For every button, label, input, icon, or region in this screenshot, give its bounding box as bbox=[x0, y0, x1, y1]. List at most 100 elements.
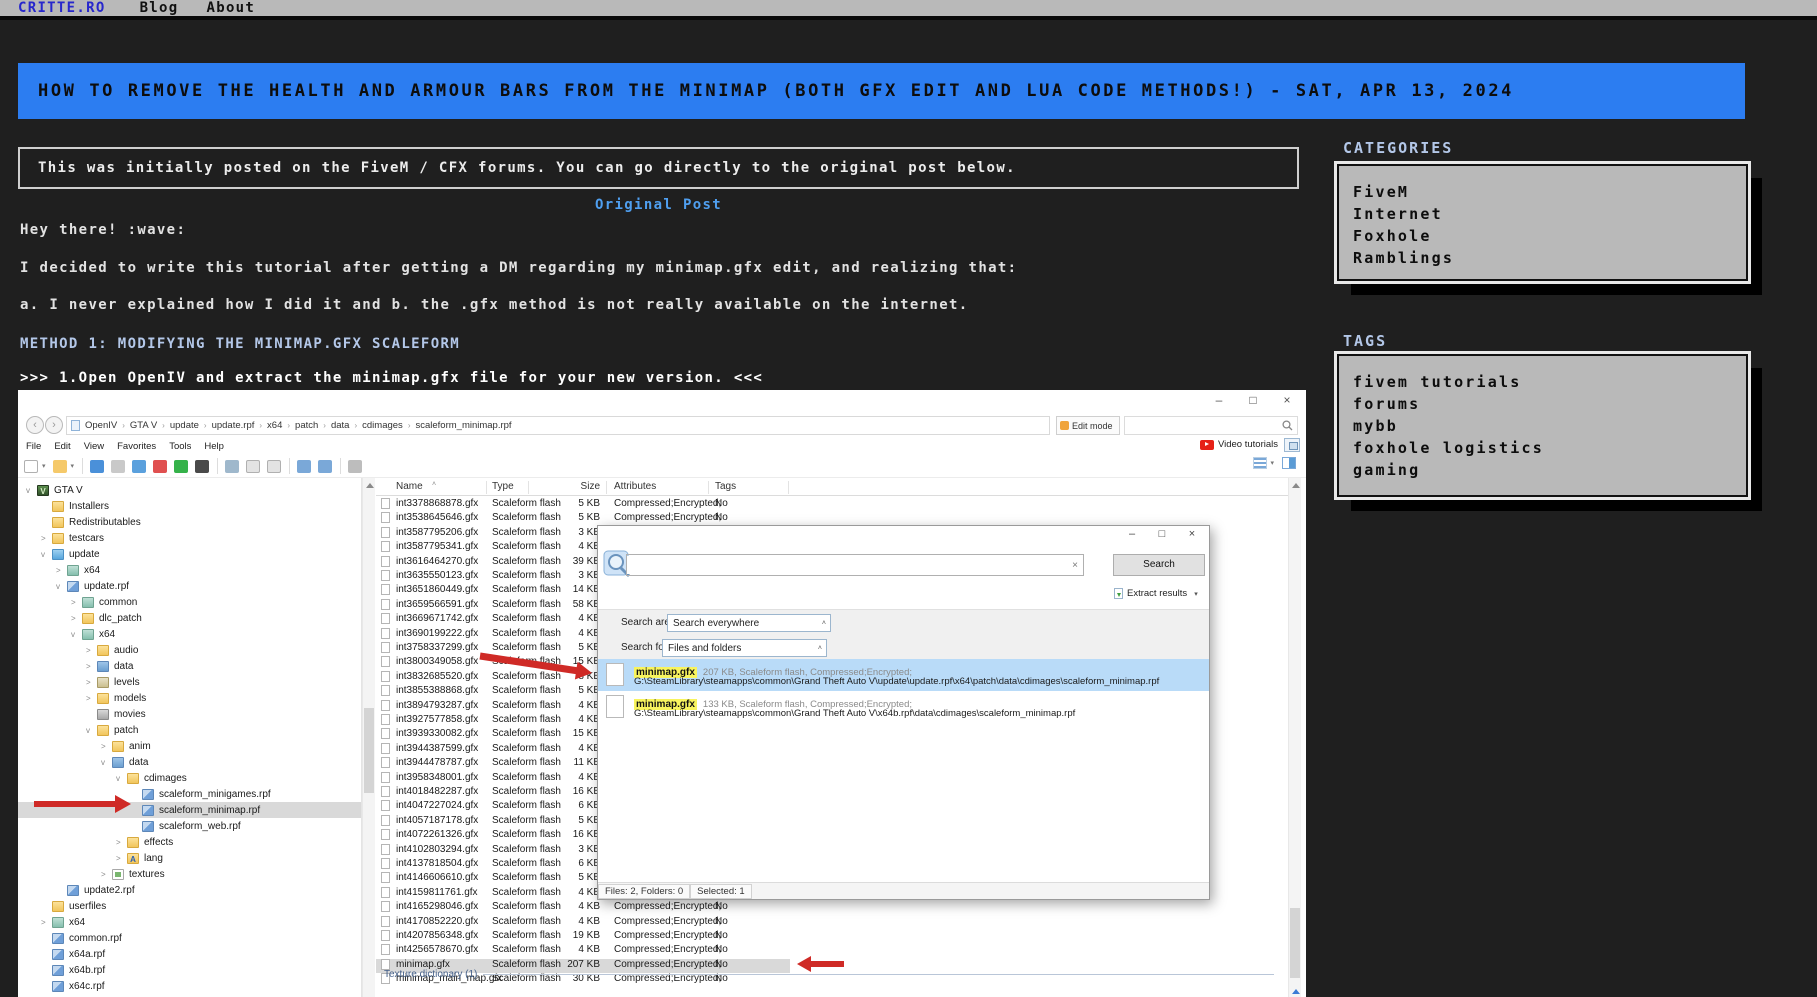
tree-item-cdimages[interactable]: vcdimages bbox=[18, 770, 362, 786]
tree-item-common.rpf[interactable]: common.rpf bbox=[18, 930, 362, 946]
breadcrumb-item-update[interactable]: update bbox=[170, 420, 199, 431]
menu-item-file[interactable]: File bbox=[26, 441, 41, 452]
column-header-size[interactable]: Size bbox=[534, 481, 600, 492]
tree-item-models[interactable]: >models bbox=[18, 690, 362, 706]
chevron-expanded-icon[interactable]: v bbox=[71, 630, 82, 639]
breadcrumb-item-data[interactable]: data bbox=[331, 420, 350, 431]
column-header-type[interactable]: Type bbox=[492, 481, 514, 492]
dialog-minimize-icon[interactable]: – bbox=[1119, 528, 1145, 540]
tree-item-dlc_patch[interactable]: >dlc_patch bbox=[18, 610, 362, 626]
task-check-icon[interactable] bbox=[132, 460, 146, 473]
tree-item-common[interactable]: >common bbox=[18, 594, 362, 610]
tag-link-foxhole-logistics[interactable]: foxhole logistics bbox=[1353, 437, 1732, 459]
extract-results-button[interactable]: Extract results ▾ bbox=[1114, 588, 1198, 599]
package-icon[interactable] bbox=[111, 460, 125, 473]
breadcrumb-item-scaleform_minimap.rpf[interactable]: scaleform_minimap.rpf bbox=[415, 420, 511, 431]
search-result-2[interactable]: minimap.gfx133 KB, Scaleform flash, Comp… bbox=[598, 691, 1209, 723]
column-header-name[interactable]: Name bbox=[396, 481, 423, 492]
tree-item-x64[interactable]: vx64 bbox=[18, 626, 362, 642]
tree-item-testcars[interactable]: >testcars bbox=[18, 530, 362, 546]
minimize-icon[interactable]: – bbox=[1204, 393, 1234, 407]
rename-doc-icon[interactable] bbox=[267, 460, 281, 473]
dialog-close-icon[interactable]: × bbox=[1179, 528, 1205, 540]
world-icon[interactable] bbox=[90, 460, 104, 473]
clear-search-icon[interactable]: × bbox=[1072, 560, 1078, 571]
category-link-fivem[interactable]: FiveM bbox=[1353, 181, 1732, 203]
tree-item-audio[interactable]: >audio bbox=[18, 642, 362, 658]
search-area-select[interactable]: Search everywhere ˄︎ bbox=[667, 614, 831, 632]
column-header-attributes[interactable]: Attributes bbox=[614, 481, 656, 492]
forward-icon[interactable]: › bbox=[45, 416, 63, 434]
video-tutorials-button[interactable]: Video tutorials bbox=[1200, 439, 1278, 450]
text-doc-icon[interactable] bbox=[246, 460, 260, 473]
list-view-icon[interactable] bbox=[1253, 457, 1267, 469]
file-row-int4207856348.gfx[interactable]: int4207856348.gfxScaleform flash19 KBCom… bbox=[376, 930, 790, 944]
menu-item-tools[interactable]: Tools bbox=[169, 441, 191, 452]
tree-item-movies[interactable]: movies bbox=[18, 706, 362, 722]
tree-item-lang[interactable]: >Alang bbox=[18, 850, 362, 866]
tag-link-mybb[interactable]: mybb bbox=[1353, 415, 1732, 437]
window-search-input[interactable] bbox=[1125, 418, 1275, 433]
chevron-collapsed-icon[interactable]: > bbox=[101, 742, 112, 751]
tree-item-textures[interactable]: >textures bbox=[18, 866, 362, 882]
tree-item-data[interactable]: vdata bbox=[18, 754, 362, 770]
scroll-up-icon[interactable] bbox=[1292, 483, 1300, 488]
chevron-collapsed-icon[interactable]: > bbox=[56, 566, 67, 575]
dialog-search-input[interactable] bbox=[627, 556, 1072, 574]
columns-view-icon[interactable] bbox=[1282, 457, 1296, 469]
panel-toggle-icon[interactable] bbox=[1284, 438, 1300, 452]
column-header-tags[interactable]: Tags bbox=[715, 481, 736, 492]
export-icon[interactable] bbox=[318, 460, 332, 473]
site-brand-link[interactable]: CRITTE.RO bbox=[18, 0, 106, 16]
original-post-link[interactable]: Original Post bbox=[18, 197, 1299, 213]
category-link-ramblings[interactable]: Ramblings bbox=[1353, 247, 1732, 269]
breadcrumb-item-OpenIV[interactable]: OpenIV bbox=[85, 420, 117, 431]
tree-item-scaleform_minigames.rpf[interactable]: scaleform_minigames.rpf bbox=[18, 786, 362, 802]
file-row-int4165298046.gfx[interactable]: int4165298046.gfxScaleform flash4 KBComp… bbox=[376, 901, 790, 915]
tag-link-forums[interactable]: forums bbox=[1353, 393, 1732, 415]
chevron-collapsed-icon[interactable]: > bbox=[101, 870, 112, 879]
tree-item-Installers[interactable]: Installers bbox=[18, 498, 362, 514]
breadcrumb-item-patch[interactable]: patch bbox=[295, 420, 318, 431]
menu-item-help[interactable]: Help bbox=[204, 441, 224, 452]
menu-item-view[interactable]: View bbox=[84, 441, 104, 452]
tree-item-effects[interactable]: >effects bbox=[18, 834, 362, 850]
menu-item-favorites[interactable]: Favorites bbox=[117, 441, 156, 452]
save-dark-icon[interactable] bbox=[195, 460, 209, 473]
chevron-expanded-icon[interactable]: v bbox=[101, 758, 112, 767]
tree-item-scaleform_web.rpf[interactable]: scaleform_web.rpf bbox=[18, 818, 362, 834]
tree-item-GTA V[interactable]: vVGTA V bbox=[18, 482, 362, 498]
list-scrollbar-thumb[interactable] bbox=[1290, 908, 1300, 978]
chevron-expanded-icon[interactable]: v bbox=[41, 550, 52, 559]
tree-item-update2.rpf[interactable]: update2.rpf bbox=[18, 882, 362, 898]
tree-scrollbar-thumb[interactable] bbox=[364, 708, 374, 793]
back-icon[interactable]: ‹ bbox=[26, 416, 44, 434]
edit-mode-button[interactable]: Edit mode bbox=[1056, 416, 1120, 435]
nav-item-blog[interactable]: Blog bbox=[140, 0, 179, 16]
chevron-expanded-icon[interactable]: v bbox=[116, 774, 127, 783]
tree-item-scaleform_minimap.rpf[interactable]: scaleform_minimap.rpf bbox=[18, 802, 362, 818]
tag-link-gaming[interactable]: gaming bbox=[1353, 459, 1732, 481]
tree-item-x64[interactable]: >x64 bbox=[18, 914, 362, 930]
play-icon[interactable] bbox=[174, 460, 188, 473]
new-file-icon[interactable] bbox=[24, 460, 38, 473]
tree-item-Redistributables[interactable]: Redistributables bbox=[18, 514, 362, 530]
category-link-foxhole[interactable]: Foxhole bbox=[1353, 225, 1732, 247]
scroll-up-icon[interactable] bbox=[366, 483, 374, 488]
tree-item-userfiles[interactable]: userfiles bbox=[18, 898, 362, 914]
tree-item-x64[interactable]: >x64 bbox=[18, 562, 362, 578]
file-row-int4170852220.gfx[interactable]: int4170852220.gfxScaleform flash4 KBComp… bbox=[376, 916, 790, 930]
file-row-int3378868878.gfx[interactable]: int3378868878.gfxScaleform flash5 KBComp… bbox=[376, 498, 790, 512]
search-for-select[interactable]: Files and folders ˄︎ bbox=[662, 639, 827, 657]
tree-item-x64b.rpf[interactable]: x64b.rpf bbox=[18, 962, 362, 978]
tree-item-patch[interactable]: vpatch bbox=[18, 722, 362, 738]
import-icon[interactable] bbox=[297, 460, 311, 473]
dropdown-caret-icon[interactable]: ▾ bbox=[42, 462, 46, 470]
breadcrumb-item-cdimages[interactable]: cdimages bbox=[362, 420, 403, 431]
search-button[interactable]: Search bbox=[1113, 554, 1205, 576]
tree-item-levels[interactable]: >levels bbox=[18, 674, 362, 690]
breadcrumb-item-GTA V[interactable]: GTA V bbox=[130, 420, 157, 431]
close-icon[interactable]: × bbox=[1272, 393, 1302, 407]
list-scrollbar[interactable] bbox=[1288, 478, 1301, 997]
chevron-expanded-icon[interactable]: v bbox=[56, 582, 67, 591]
